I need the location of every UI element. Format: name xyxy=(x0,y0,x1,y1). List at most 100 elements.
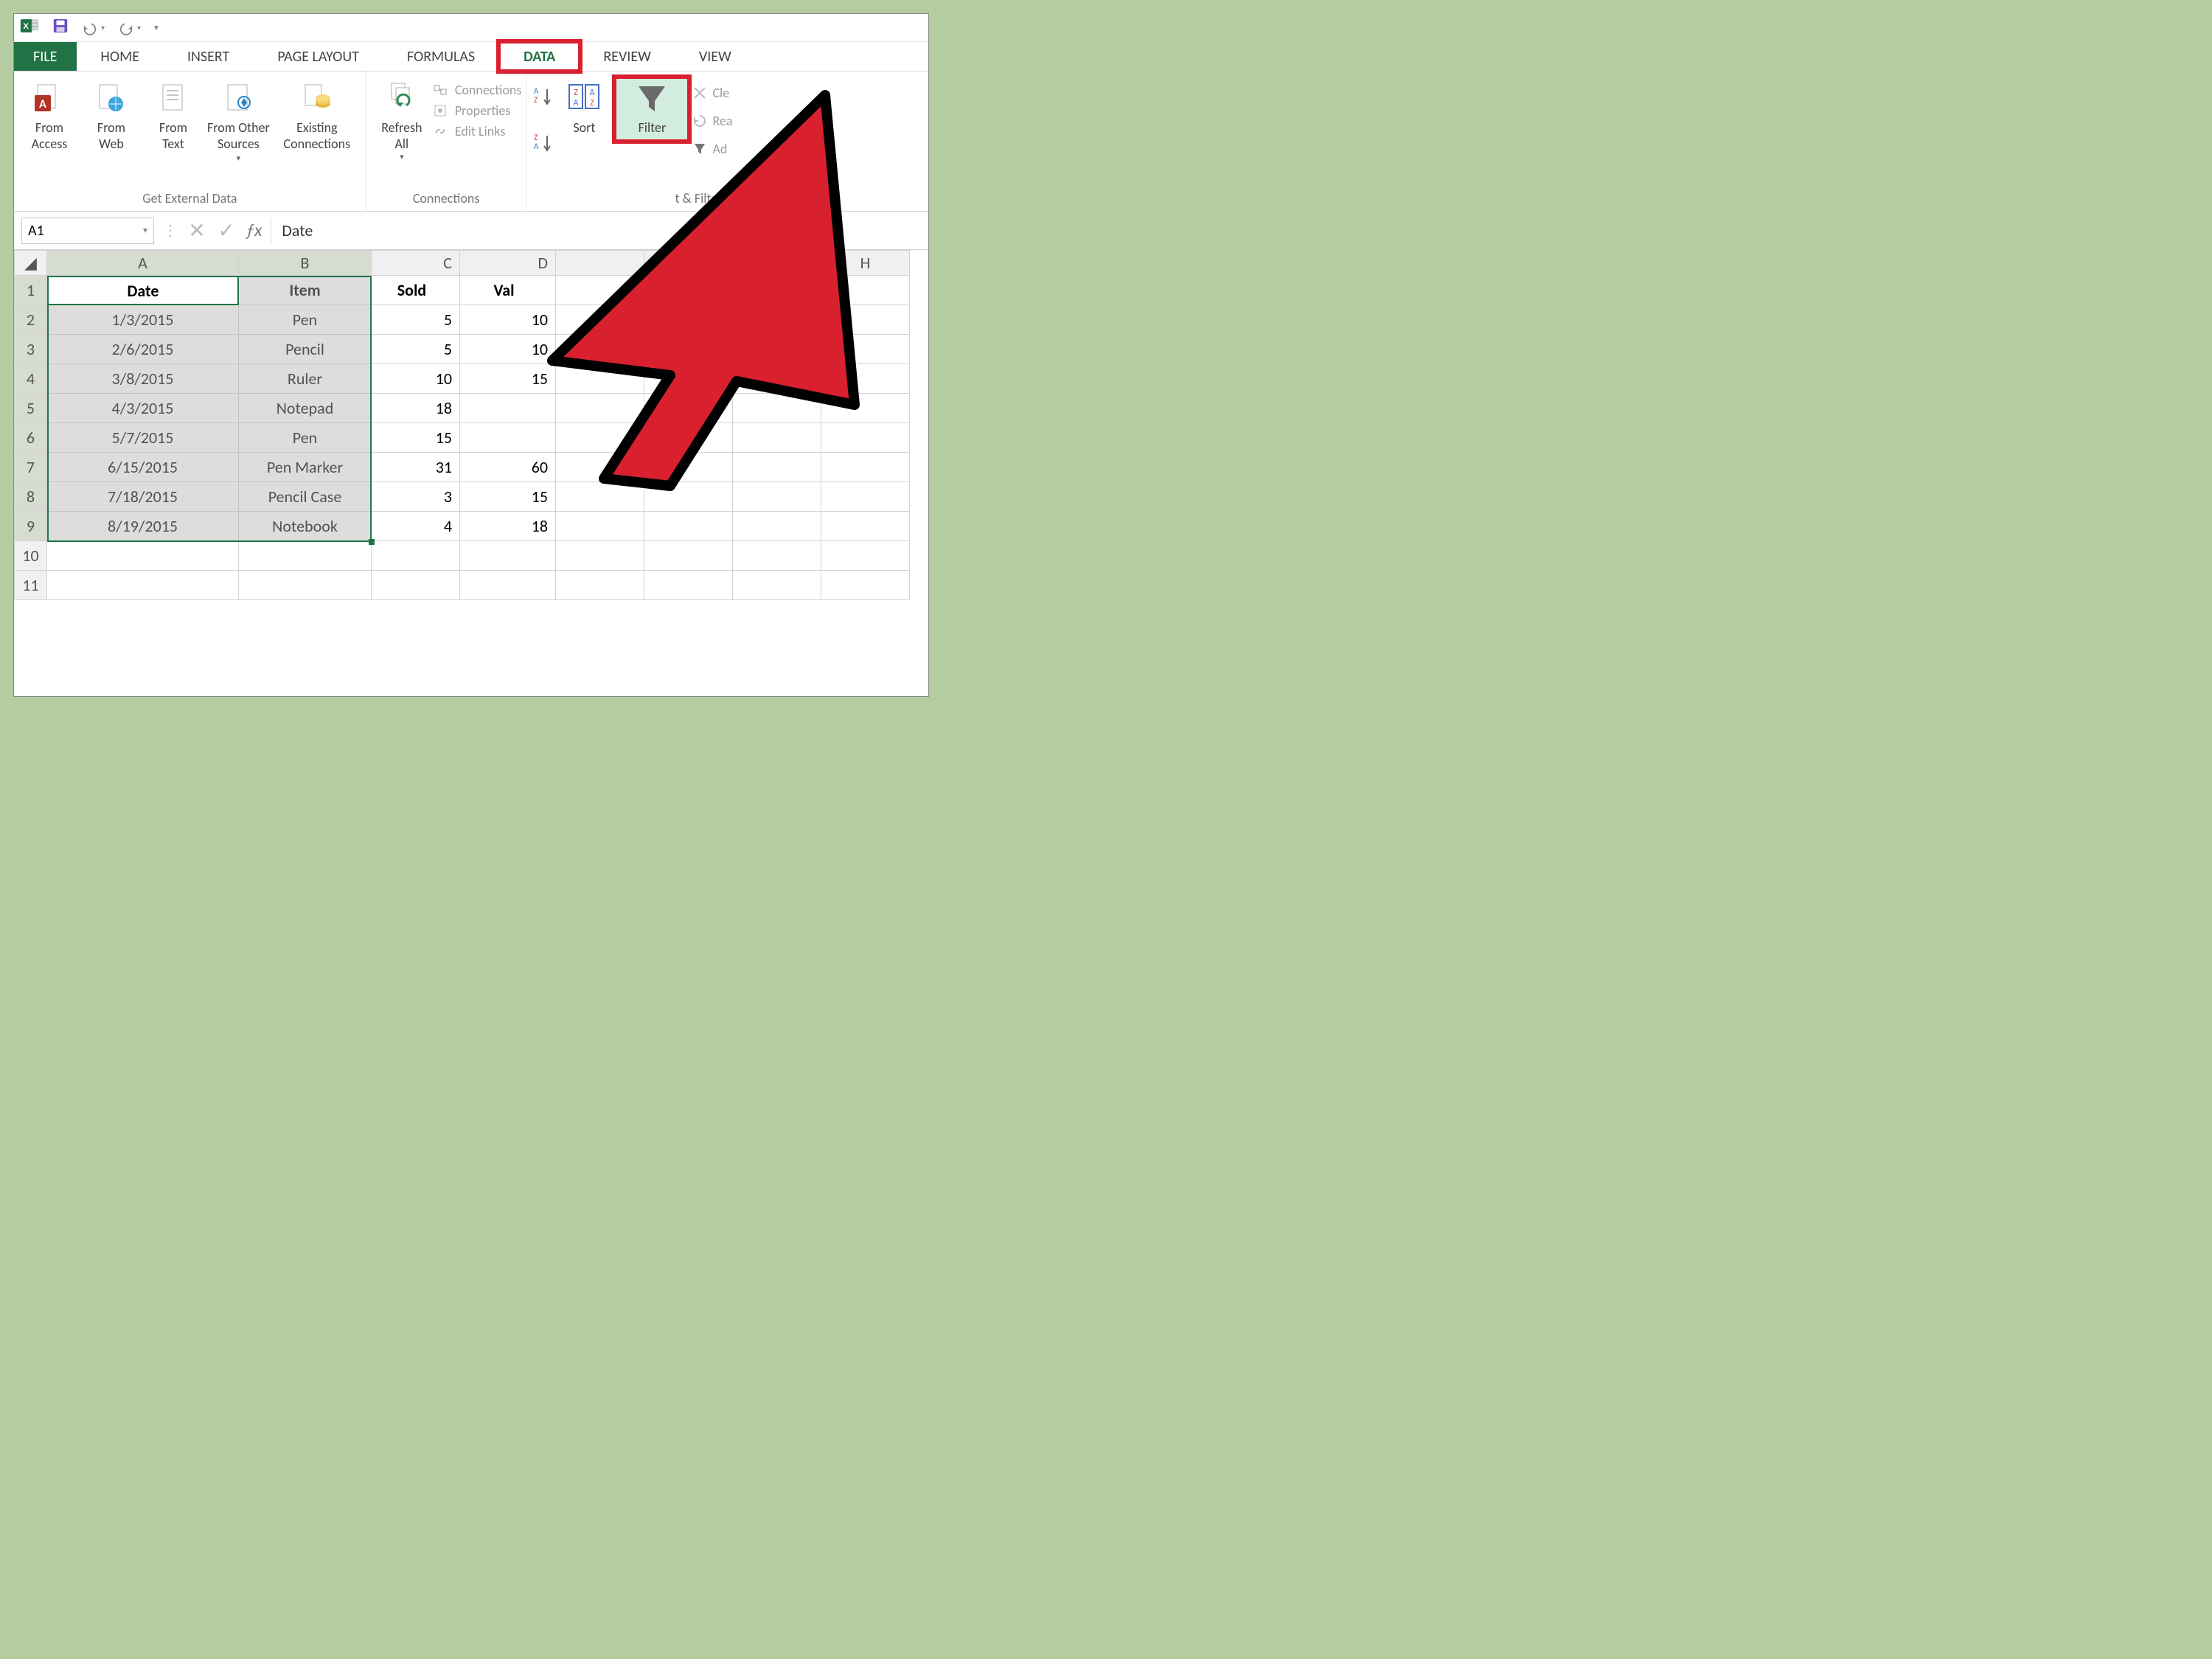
cell[interactable] xyxy=(644,305,733,335)
cell[interactable] xyxy=(644,276,733,305)
cell[interactable] xyxy=(556,423,644,453)
cell[interactable] xyxy=(733,453,821,482)
from-text-button[interactable]: From Text xyxy=(142,77,204,156)
row-header[interactable]: 10 xyxy=(15,541,47,571)
insert-function-button[interactable]: ƒx xyxy=(246,220,262,241)
sort-asc-button[interactable]: AZ xyxy=(531,85,553,111)
column-header-F[interactable] xyxy=(644,251,733,276)
cell[interactable]: Val xyxy=(460,276,556,305)
row-header[interactable]: 1 xyxy=(15,276,47,305)
cell[interactable] xyxy=(821,305,910,335)
cell[interactable]: 8/19/2015 xyxy=(47,512,239,541)
column-header-C[interactable]: C xyxy=(372,251,460,276)
cell[interactable] xyxy=(821,335,910,364)
cell[interactable] xyxy=(556,512,644,541)
row-header[interactable]: 5 xyxy=(15,394,47,423)
cell[interactable]: 5/7/2015 xyxy=(47,423,239,453)
cell[interactable]: Pen xyxy=(239,423,372,453)
column-header-G[interactable]: G xyxy=(733,251,821,276)
column-header-D[interactable]: D xyxy=(460,251,556,276)
cell[interactable] xyxy=(733,482,821,512)
save-button[interactable] xyxy=(52,18,69,38)
cell[interactable]: 4/3/2015 xyxy=(47,394,239,423)
cell[interactable]: 18 xyxy=(372,394,460,423)
cell[interactable] xyxy=(556,364,644,394)
cell[interactable] xyxy=(460,394,556,423)
cell[interactable] xyxy=(372,541,460,571)
tab-formulas[interactable]: FORMULAS xyxy=(383,42,499,71)
advanced-filter-button[interactable]: Ad xyxy=(693,141,732,157)
cell[interactable]: Notebook xyxy=(239,512,372,541)
cell[interactable]: 31 xyxy=(372,453,460,482)
cell[interactable] xyxy=(556,335,644,364)
cell[interactable] xyxy=(460,541,556,571)
cell[interactable]: Pencil Case xyxy=(239,482,372,512)
cell[interactable]: 18 xyxy=(460,512,556,541)
cell[interactable] xyxy=(644,541,733,571)
cell[interactable]: 15 xyxy=(372,423,460,453)
column-header-H[interactable]: H xyxy=(821,251,910,276)
cell[interactable] xyxy=(821,541,910,571)
cell[interactable]: 2/6/2015 xyxy=(47,335,239,364)
cell[interactable]: 10 xyxy=(372,364,460,394)
cell[interactable]: Sold xyxy=(372,276,460,305)
sort-desc-button[interactable]: ZA xyxy=(531,131,553,157)
cancel-formula-button[interactable]: ✕ xyxy=(187,218,207,243)
connections-button[interactable]: Connections xyxy=(433,82,522,98)
cell[interactable] xyxy=(821,423,910,453)
cell[interactable] xyxy=(556,276,644,305)
cell[interactable] xyxy=(733,394,821,423)
spreadsheet-grid[interactable]: ◢ A B C D G H 1DateItemSoldVal21/3/2015P… xyxy=(14,250,928,600)
cell[interactable]: 3/8/2015 xyxy=(47,364,239,394)
cell[interactable]: Notepad xyxy=(239,394,372,423)
cell[interactable] xyxy=(47,571,239,600)
cell[interactable]: Pencil xyxy=(239,335,372,364)
cell[interactable]: 3 xyxy=(372,482,460,512)
cell[interactable]: 15 xyxy=(460,482,556,512)
row-header[interactable]: 6 xyxy=(15,423,47,453)
cell[interactable]: Pen Marker xyxy=(239,453,372,482)
cell[interactable]: Pen xyxy=(239,305,372,335)
name-box[interactable]: A1 ▾ xyxy=(21,218,154,244)
redo-dropdown-icon[interactable]: ▾ xyxy=(137,23,141,32)
cell[interactable] xyxy=(460,423,556,453)
cell[interactable] xyxy=(821,571,910,600)
cell[interactable]: 10 xyxy=(460,305,556,335)
cell[interactable] xyxy=(644,364,733,394)
cell[interactable] xyxy=(644,571,733,600)
row-header[interactable]: 9 xyxy=(15,512,47,541)
cell[interactable] xyxy=(733,276,821,305)
cell[interactable]: Item xyxy=(239,276,372,305)
tab-review[interactable]: REVIEW xyxy=(580,42,675,71)
refresh-all-button[interactable]: Refresh All ▾ xyxy=(371,77,433,166)
cell[interactable] xyxy=(556,482,644,512)
cell[interactable] xyxy=(733,364,821,394)
row-header[interactable]: 3 xyxy=(15,335,47,364)
tab-file[interactable]: FILE xyxy=(14,42,77,71)
cell[interactable]: 5 xyxy=(372,335,460,364)
properties-button[interactable]: Properties xyxy=(433,102,522,119)
cell[interactable] xyxy=(556,541,644,571)
cell[interactable] xyxy=(733,512,821,541)
redo-button[interactable]: ▾ xyxy=(118,21,141,35)
enter-formula-button[interactable]: ✓ xyxy=(216,218,237,243)
cell[interactable] xyxy=(644,335,733,364)
from-web-button[interactable]: From Web xyxy=(80,77,142,156)
name-box-dropdown-icon[interactable]: ▾ xyxy=(143,225,147,236)
tab-home[interactable]: HOME xyxy=(77,42,164,71)
row-header[interactable]: 2 xyxy=(15,305,47,335)
cell[interactable] xyxy=(644,453,733,482)
cell[interactable] xyxy=(644,423,733,453)
filter-button[interactable]: Filter xyxy=(615,77,689,141)
cell[interactable] xyxy=(644,482,733,512)
cell[interactable] xyxy=(821,453,910,482)
existing-connections-button[interactable]: Existing Connections xyxy=(273,77,361,156)
cell[interactable] xyxy=(733,541,821,571)
cell[interactable]: 15 xyxy=(460,364,556,394)
undo-dropdown-icon[interactable]: ▾ xyxy=(101,23,105,32)
cell[interactable]: 1/3/2015 xyxy=(47,305,239,335)
cell[interactable] xyxy=(644,394,733,423)
tab-page-layout[interactable]: PAGE LAYOUT xyxy=(254,42,383,71)
formula-input[interactable]: Date xyxy=(271,218,921,244)
reapply-filter-button[interactable]: Rea xyxy=(693,113,732,129)
